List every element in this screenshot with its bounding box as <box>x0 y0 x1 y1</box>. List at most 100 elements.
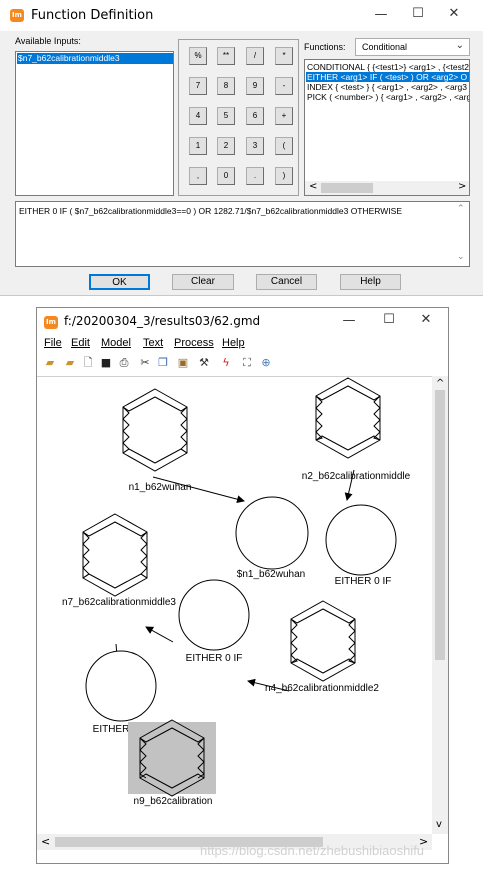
data-node-d1[interactable] <box>235 496 309 570</box>
key-0[interactable]: 0 <box>217 167 235 185</box>
scroll-up-icon[interactable]: ⌃ <box>457 204 465 214</box>
key-multiply[interactable]: * <box>275 47 293 65</box>
cut-icon[interactable]: ✂ <box>138 356 152 370</box>
menu-model[interactable]: Model <box>101 337 131 349</box>
copy-icon[interactable]: ❐ <box>156 356 170 370</box>
functions-label: Functions: <box>304 42 346 52</box>
data-node-n7[interactable] <box>82 513 148 597</box>
model-window: Im f:/20200304_3/results03/62.gmd — ☐ ✕ … <box>36 307 449 864</box>
paste-icon[interactable]: ▣ <box>176 356 190 370</box>
vertical-scrollbar[interactable]: ^ v <box>432 376 448 834</box>
model-window-logo-icon: Im <box>44 316 58 329</box>
expression-text: EITHER 0 IF ( $n7_b62calibrationmiddle3=… <box>19 206 403 216</box>
menu-text[interactable]: Text <box>143 337 163 349</box>
hammer-icon[interactable]: ⚒ <box>197 356 211 370</box>
node-label-d1: $n1_b62wuhan <box>237 569 305 580</box>
key-4[interactable]: 4 <box>189 107 207 125</box>
list-item[interactable]: EITHER <arg1> IF ( <test> ) OR <arg2> O <box>306 72 469 82</box>
menu-bar: File Edit Model Text Process Help <box>37 335 448 352</box>
model-window-title: f:/20200304_3/results03/62.gmd <box>64 314 261 328</box>
maximize-button[interactable]: ☐ <box>379 312 399 327</box>
edge-e2-n7 <box>145 626 174 643</box>
available-inputs-list[interactable]: $n7_b62calibrationmiddle3 <box>15 51 174 196</box>
node-label-n1: n1_b62wuhan <box>129 482 192 493</box>
save-icon[interactable]: ■ <box>99 356 113 370</box>
key-power[interactable]: ** <box>217 47 235 65</box>
list-item[interactable]: $n7_b62calibrationmiddle3 <box>17 53 173 64</box>
print-icon[interactable]: ⎙ <box>117 356 131 370</box>
scroll-up-button[interactable]: ^ <box>436 378 444 389</box>
key-divide[interactable]: / <box>246 47 264 65</box>
key-7[interactable]: 7 <box>189 77 207 95</box>
functions-hscrollbar[interactable]: < > <box>305 181 469 195</box>
data-node-n2[interactable] <box>315 377 381 459</box>
available-inputs-label: Available Inputs: <box>15 36 81 46</box>
menu-process[interactable]: Process <box>174 337 214 349</box>
new-page-icon[interactable]: 🗋 <box>81 356 95 370</box>
key-dot[interactable]: . <box>246 167 264 185</box>
dialog-title-bar: Im Function Definition — ☐ ✕ <box>0 0 483 31</box>
data-node-n1[interactable] <box>122 388 188 472</box>
menu-help[interactable]: Help <box>222 337 245 349</box>
functions-category-value: Conditional <box>362 42 408 52</box>
key-close-paren[interactable]: ) <box>275 167 293 185</box>
clear-button[interactable]: Clear <box>172 274 234 290</box>
node-label-n9: n9_b62calibration <box>134 796 213 807</box>
minimize-button[interactable]: — <box>339 313 359 328</box>
key-6[interactable]: 6 <box>246 107 264 125</box>
model-canvas[interactable]: n1_b62wuhan n2_b62calibrationmiddle $n1_… <box>37 376 432 835</box>
chevron-down-icon: ⌄ <box>455 40 464 51</box>
vscroll-thumb[interactable] <box>435 390 445 660</box>
function-node-e2[interactable] <box>178 579 250 651</box>
list-item[interactable]: PICK ( <number> ) { <arg1> , <arg2> , <a… <box>307 92 469 102</box>
cancel-button[interactable]: Cancel <box>256 274 317 290</box>
menu-file[interactable]: File <box>44 337 62 349</box>
scroll-left-button[interactable]: < <box>41 835 50 848</box>
key-comma[interactable]: , <box>189 167 207 185</box>
dialog-title: Function Definition <box>31 8 154 23</box>
key-open-paren[interactable]: ( <box>275 137 293 155</box>
function-node-e3[interactable] <box>85 650 157 722</box>
key-plus[interactable]: + <box>275 107 293 125</box>
key-percent[interactable]: % <box>189 47 207 65</box>
list-item[interactable]: CONDITIONAL { {<test1>} <arg1> , {<test2 <box>307 62 469 72</box>
function-node-e1[interactable] <box>325 504 397 576</box>
expression-editor[interactable]: EITHER 0 IF ( $n7_b62calibrationmiddle3=… <box>15 201 470 267</box>
node-label-n4: n4_b62calibrationmiddle2 <box>265 683 379 694</box>
key-2[interactable]: 2 <box>217 137 235 155</box>
app-logo-icon: Im <box>10 9 24 22</box>
key-5[interactable]: 5 <box>217 107 235 125</box>
toolbar: ▰ ▰ 🗋 ■ ⎙ ✂ ❐ ▣ ⚒ ϟ ⛶ ⊕ <box>43 356 283 372</box>
hscroll-thumb[interactable] <box>321 183 373 193</box>
scroll-down-button[interactable]: v <box>436 819 442 830</box>
node-label-e2: EITHER 0 IF <box>186 653 243 664</box>
watermark: https://blog.csdn.net/zhebushibiaoshifu <box>200 843 425 858</box>
minimize-button[interactable]: — <box>371 7 391 22</box>
key-9[interactable]: 9 <box>246 77 264 95</box>
close-button[interactable]: ✕ <box>416 312 436 327</box>
fit-icon[interactable]: ⛶ <box>240 356 254 370</box>
menu-edit[interactable]: Edit <box>71 337 90 349</box>
node-label-n7: n7_b62calibrationmiddle3 <box>62 597 176 608</box>
ok-button[interactable]: OK <box>89 274 150 290</box>
key-8[interactable]: 8 <box>217 77 235 95</box>
zoom-icon[interactable]: ⊕ <box>259 356 273 370</box>
maximize-button[interactable]: ☐ <box>408 6 428 21</box>
list-item[interactable]: INDEX { <test> } { <arg1> , <arg2> , <ar… <box>307 82 467 92</box>
run-icon[interactable]: ϟ <box>219 356 233 370</box>
key-1[interactable]: 1 <box>189 137 207 155</box>
functions-category-select[interactable]: Conditional ⌄ <box>355 38 470 56</box>
scroll-right-icon[interactable]: > <box>458 181 466 192</box>
node-label-e1: EITHER 0 IF <box>335 576 392 587</box>
functions-list[interactable]: CONDITIONAL { {<test1>} <arg1> , {<test2… <box>304 59 470 196</box>
function-definition-dialog: Im Function Definition — ☐ ✕ Available I… <box>0 0 483 296</box>
key-minus[interactable]: - <box>275 77 293 95</box>
new-folder-icon[interactable]: ▰ <box>63 356 77 370</box>
data-node-n4[interactable] <box>290 600 356 682</box>
help-button[interactable]: Help <box>340 274 401 290</box>
scroll-down-icon[interactable]: ⌄ <box>457 252 465 262</box>
key-3[interactable]: 3 <box>246 137 264 155</box>
open-folder-icon[interactable]: ▰ <box>43 356 57 370</box>
scroll-left-icon[interactable]: < <box>309 181 317 192</box>
close-button[interactable]: ✕ <box>444 6 464 21</box>
